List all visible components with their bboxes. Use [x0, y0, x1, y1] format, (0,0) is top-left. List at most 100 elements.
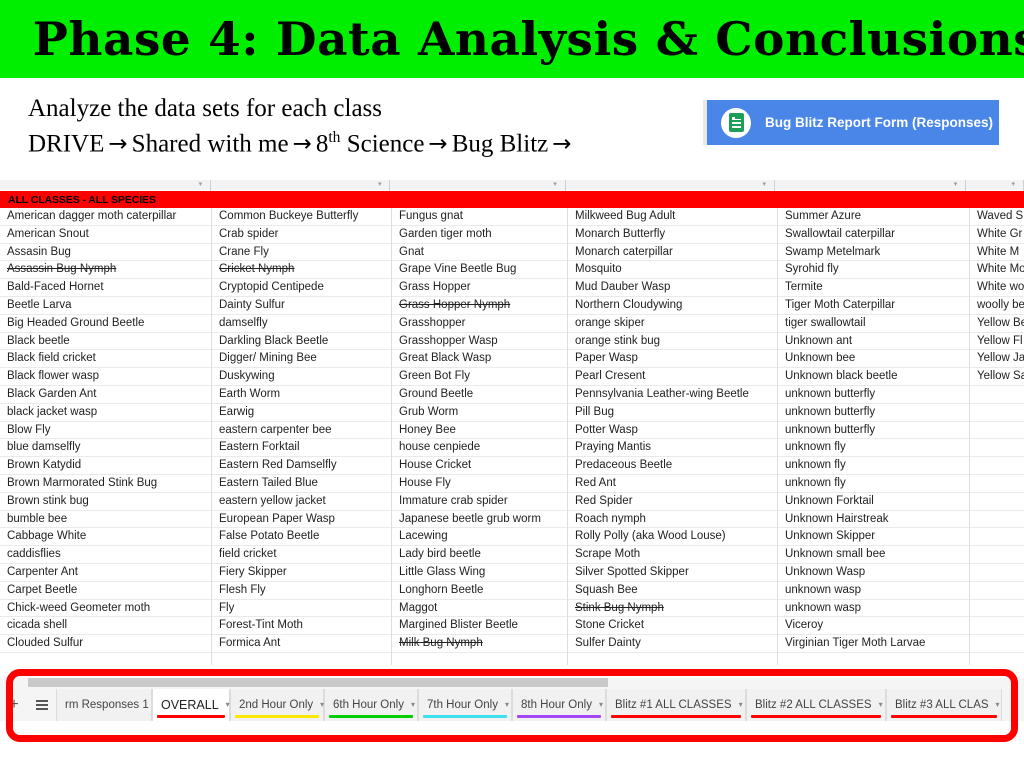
spreadsheet-cell[interactable]: Rolly Polly (aka Wood Louse)	[568, 528, 777, 547]
spreadsheet-cell[interactable]: Unknown Hairstreak	[778, 511, 969, 529]
spreadsheet-cell[interactable]: Unknown Skipper	[778, 528, 969, 547]
chevron-down-icon[interactable]: ▾	[954, 181, 958, 188]
spreadsheet-cell[interactable]: Clouded Sulfur	[0, 635, 211, 653]
spreadsheet-cell[interactable]: Potter Wasp	[568, 422, 777, 440]
spreadsheet-cell[interactable]: Yellow Ja	[970, 350, 1024, 369]
column-header-6[interactable]: ▾	[966, 180, 1024, 191]
spreadsheet-cell[interactable]: White wo	[970, 279, 1024, 297]
spreadsheet-cell[interactable]: Black flower wasp	[0, 368, 211, 386]
all-sheets-menu-button[interactable]	[28, 689, 56, 721]
chevron-down-icon[interactable]: ▾	[996, 701, 1000, 709]
sheet-tab-8[interactable]: Blitz #2 ALL CLASSES ▾	[746, 689, 886, 721]
spreadsheet-cell[interactable]: Lacewing	[392, 528, 567, 547]
spreadsheet-cell[interactable]: Grass Hopper	[392, 279, 567, 297]
spreadsheet-cell[interactable]: Flesh Fly	[212, 582, 391, 600]
spreadsheet-cell[interactable]: Maggot	[392, 600, 567, 618]
spreadsheet-cell[interactable]: Syrohid fly	[778, 261, 969, 280]
spreadsheet-cell[interactable]: Brown Marmorated Stink Bug	[0, 475, 211, 493]
spreadsheet-cell[interactable]: unknown butterfly	[778, 404, 969, 422]
spreadsheet-cell[interactable]: White Gr	[970, 226, 1024, 244]
column-header-strip[interactable]: ▾ ▾ ▾ ▾ ▾ ▾	[0, 180, 1024, 191]
sheet-tab-2[interactable]: OVERALL ▾	[152, 689, 230, 721]
chevron-down-icon[interactable]: ▾	[378, 181, 382, 188]
spreadsheet-cell[interactable]	[970, 457, 1024, 475]
chevron-down-icon[interactable]: ▾	[739, 701, 743, 709]
spreadsheet-cell[interactable]: White M	[970, 244, 1024, 262]
spreadsheet-cell[interactable]: Garden tiger moth	[392, 226, 567, 244]
chevron-down-icon[interactable]: ▾	[505, 701, 509, 709]
spreadsheet-cell[interactable]: Eastern Red Damselfly	[212, 457, 391, 475]
spreadsheet-cell[interactable]: Milkweed Bug Adult	[568, 208, 777, 226]
spreadsheet-cell[interactable]: Forest-Tint Moth	[212, 617, 391, 636]
spreadsheet-cell[interactable]	[0, 653, 211, 665]
chevron-down-icon[interactable]: ▾	[411, 701, 415, 709]
spreadsheet-cell[interactable]: Crane Fly	[212, 244, 391, 262]
spreadsheet-cell[interactable]: house cenpiede	[392, 439, 567, 458]
spreadsheet-cell[interactable]: False Potato Beetle	[212, 528, 391, 547]
spreadsheet-cell[interactable]: Cabbage White	[0, 528, 211, 547]
spreadsheet-cell[interactable]: damselfly	[212, 315, 391, 333]
spreadsheet-cell[interactable]: Grasshopper Wasp	[392, 333, 567, 351]
add-sheet-button[interactable]: +	[0, 689, 28, 721]
sheet-tab-5[interactable]: 7th Hour Only ▾	[418, 689, 512, 721]
spreadsheet-cell[interactable]: Bald-Faced Hornet	[0, 279, 211, 297]
spreadsheet-cell[interactable]: Sulfer Dainty	[568, 635, 777, 653]
spreadsheet-cell[interactable]: Black Garden Ant	[0, 386, 211, 404]
spreadsheet-cell[interactable]: Gnat	[392, 244, 567, 262]
spreadsheet-cell[interactable]: European Paper Wasp	[212, 511, 391, 529]
spreadsheet-cell[interactable]: Eastern Tailed Blue	[212, 475, 391, 493]
spreadsheet-cell[interactable]: Eastern Forktail	[212, 439, 391, 458]
spreadsheet-cell[interactable]	[970, 493, 1024, 511]
spreadsheet-cell[interactable]	[970, 511, 1024, 529]
spreadsheet-cell[interactable]: orange skiper	[568, 315, 777, 333]
spreadsheet-cell[interactable]: Brown stink bug	[0, 493, 211, 511]
spreadsheet-cell[interactable]: unknown wasp	[778, 582, 969, 600]
spreadsheet-cell[interactable]: American dagger moth caterpillar	[0, 208, 211, 226]
spreadsheet-cell[interactable]: tiger swallowtail	[778, 315, 969, 333]
spreadsheet-cell[interactable]: Fungus gnat	[392, 208, 567, 226]
spreadsheet-cell[interactable]	[392, 653, 567, 665]
spreadsheet-cell[interactable]: Unknown ant	[778, 333, 969, 351]
spreadsheet-cell[interactable]	[970, 635, 1024, 653]
spreadsheet-cell[interactable]: Summer Azure	[778, 208, 969, 226]
spreadsheet-cell[interactable]: Grub Worm	[392, 404, 567, 422]
spreadsheet-cell[interactable]: Viceroy	[778, 617, 969, 636]
column-header-4[interactable]: ▾	[566, 180, 775, 191]
column-header-2[interactable]: ▾	[211, 180, 391, 191]
spreadsheet-cell[interactable]: unknown fly	[778, 439, 969, 458]
spreadsheet-cell[interactable]: Yellow Fl	[970, 333, 1024, 351]
horizontal-scrollbar-thumb[interactable]	[28, 678, 608, 687]
spreadsheet-cell[interactable]: Yellow Sa	[970, 368, 1024, 386]
spreadsheet-cell[interactable]: Praying Mantis	[568, 439, 777, 458]
spreadsheet-cell[interactable]	[970, 564, 1024, 582]
spreadsheet-cell[interactable]: Unknown Forktail	[778, 493, 969, 511]
spreadsheet-cell[interactable]: Grass Hopper Nymph	[392, 297, 567, 315]
sheet-tab-6[interactable]: 8th Hour Only ▾	[512, 689, 606, 721]
spreadsheet-cell[interactable]: Red Ant	[568, 475, 777, 493]
spreadsheet-cell[interactable]	[778, 653, 969, 665]
horizontal-scrollbar-track[interactable]	[0, 678, 1024, 687]
spreadsheet-cell[interactable]: Beetle Larva	[0, 297, 211, 315]
spreadsheet-cell[interactable]: Unknown bee	[778, 350, 969, 369]
spreadsheet-cell[interactable]: Swallowtail caterpillar	[778, 226, 969, 244]
spreadsheet-cell[interactable]: unknown fly	[778, 457, 969, 475]
spreadsheet-cell[interactable]	[970, 475, 1024, 493]
spreadsheet-cell[interactable]: Fly	[212, 600, 391, 618]
spreadsheet-cell[interactable]: Grasshopper	[392, 315, 567, 333]
chevron-down-icon[interactable]: ▾	[599, 701, 603, 709]
spreadsheet-cell[interactable]: Big Headed Ground Beetle	[0, 315, 211, 333]
spreadsheet-cell[interactable]: unknown fly	[778, 475, 969, 493]
spreadsheet-cell[interactable]: Cricket Nymph	[212, 261, 391, 280]
spreadsheet-cell[interactable]: Blow Fly	[0, 422, 211, 440]
spreadsheet-cell[interactable]	[970, 439, 1024, 458]
spreadsheet-cell[interactable]	[970, 386, 1024, 404]
spreadsheet-cell[interactable]	[970, 546, 1024, 564]
spreadsheet-cell[interactable]: woolly be	[970, 297, 1024, 315]
spreadsheet-cell[interactable]: Duskywing	[212, 368, 391, 386]
spreadsheet-cell[interactable]: Dainty Sulfur	[212, 297, 391, 315]
spreadsheet-cell[interactable]: Common Buckeye Butterfly	[212, 208, 391, 226]
sheet-tab-3[interactable]: 2nd Hour Only ▾	[230, 689, 324, 721]
spreadsheet-area[interactable]: ▾ ▾ ▾ ▾ ▾ ▾ ALL CLASSES - ALL SPECIES America…	[0, 180, 1024, 665]
spreadsheet-cell[interactable]: Stink Bug Nymph	[568, 600, 777, 618]
spreadsheet-cell[interactable]	[568, 653, 777, 665]
